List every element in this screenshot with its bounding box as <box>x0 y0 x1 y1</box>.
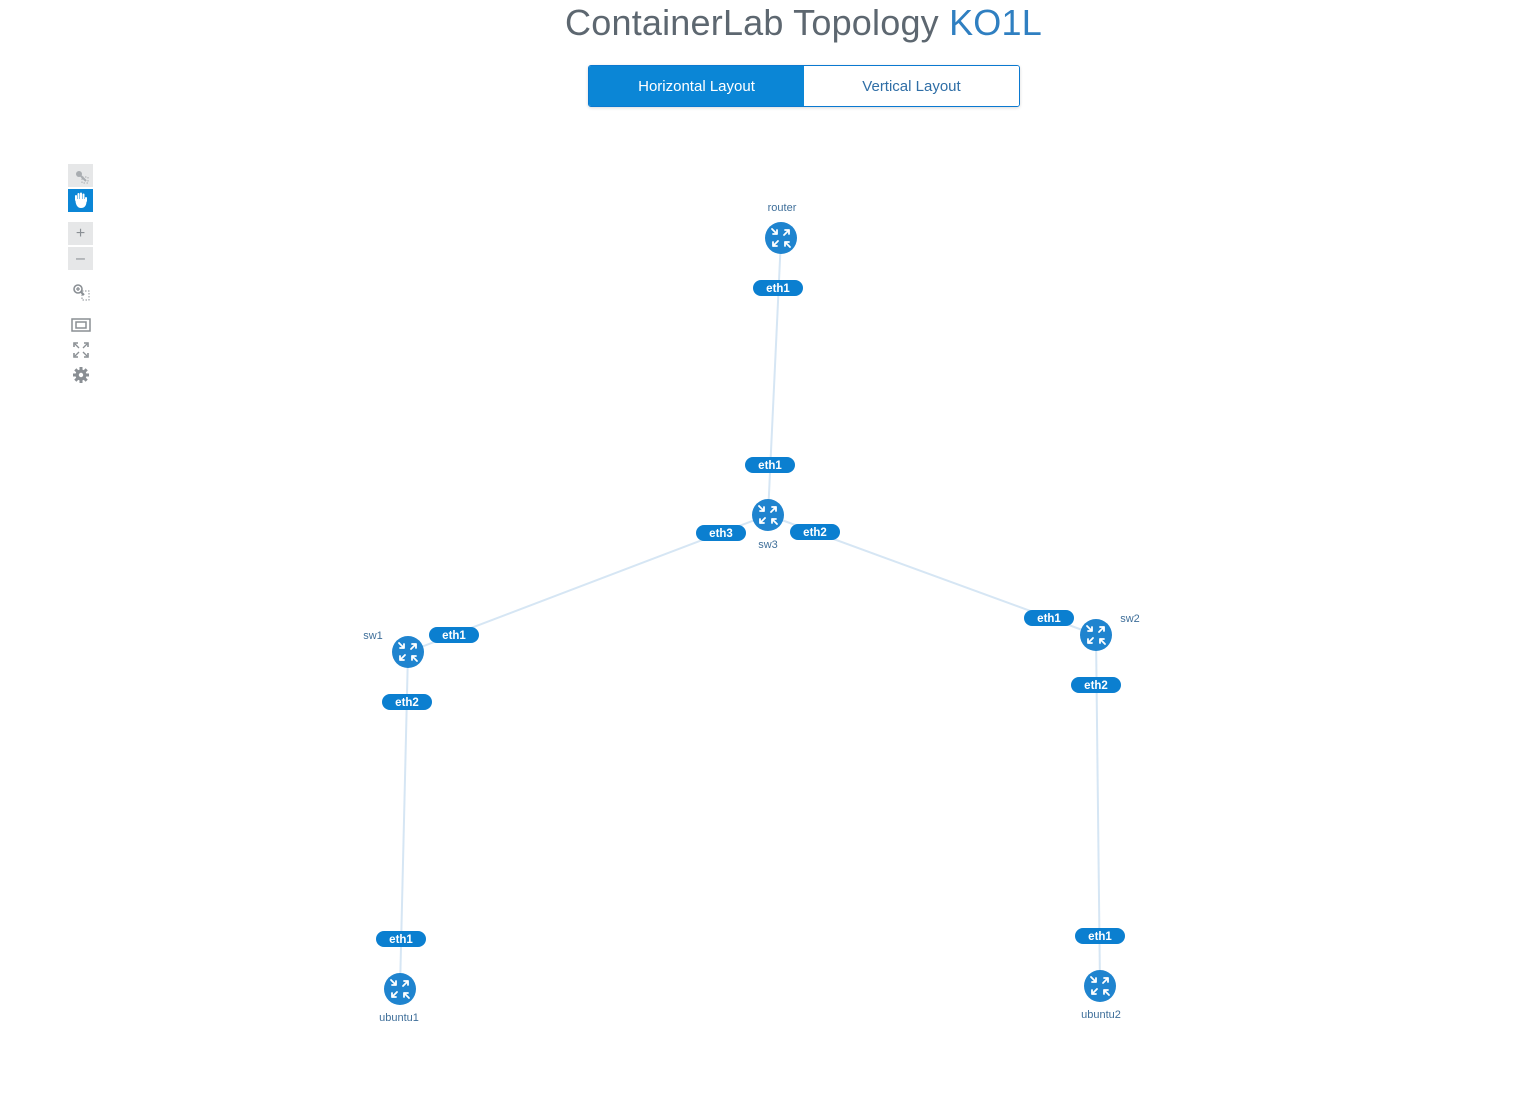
port-ubuntu1-eth1[interactable]: eth1 <box>376 931 426 947</box>
node-ubuntu2[interactable]: ubuntu2 <box>1081 970 1121 1021</box>
port-sw3-eth2[interactable]: eth2 <box>790 524 840 540</box>
port-sw3-eth1[interactable]: eth1 <box>745 457 795 473</box>
port-sw2-eth1[interactable]: eth1 <box>1024 610 1074 626</box>
node-sw1[interactable]: sw1 <box>363 630 424 668</box>
node-router[interactable]: router <box>765 202 797 254</box>
port-sw1-eth1[interactable]: eth1 <box>429 627 479 643</box>
port-sw1-eth2[interactable]: eth2 <box>382 694 432 710</box>
port-sw2-eth2[interactable]: eth2 <box>1071 677 1121 693</box>
port-label: eth1 <box>766 283 790 295</box>
port-ubuntu2-eth1[interactable]: eth1 <box>1075 928 1125 944</box>
router-icon <box>1080 619 1112 651</box>
node-label-router: router <box>768 202 797 214</box>
port-label: eth1 <box>389 934 413 946</box>
node-sw2[interactable]: sw2 <box>1080 613 1140 651</box>
router-icon <box>765 222 797 254</box>
topology-canvas[interactable]: eth1 eth1 eth3 eth2 eth1 eth1 eth2 eth2 … <box>0 0 1513 1099</box>
port-label: eth1 <box>442 630 466 642</box>
port-label: eth1 <box>1037 613 1061 625</box>
port-router-eth1[interactable]: eth1 <box>753 280 803 296</box>
port-label: eth1 <box>1088 931 1112 943</box>
port-sw3-eth3[interactable]: eth3 <box>696 525 746 541</box>
node-label-ubuntu2: ubuntu2 <box>1081 1009 1121 1021</box>
node-label-sw1: sw1 <box>363 630 383 642</box>
port-label: eth2 <box>803 527 827 539</box>
port-label: eth3 <box>709 528 733 540</box>
router-icon <box>752 499 784 531</box>
port-label: eth2 <box>395 697 419 709</box>
node-sw3[interactable]: sw3 <box>752 499 784 551</box>
node-label-sw3: sw3 <box>758 539 778 551</box>
port-label: eth1 <box>758 460 782 472</box>
node-ubuntu1[interactable]: ubuntu1 <box>379 973 419 1024</box>
link-router-sw3[interactable] <box>767 237 782 516</box>
router-icon <box>1084 970 1116 1002</box>
router-icon <box>392 636 424 668</box>
node-label-ubuntu1: ubuntu1 <box>379 1012 419 1024</box>
port-label: eth2 <box>1084 680 1108 692</box>
node-label-sw2: sw2 <box>1120 613 1140 625</box>
router-icon <box>384 973 416 1005</box>
